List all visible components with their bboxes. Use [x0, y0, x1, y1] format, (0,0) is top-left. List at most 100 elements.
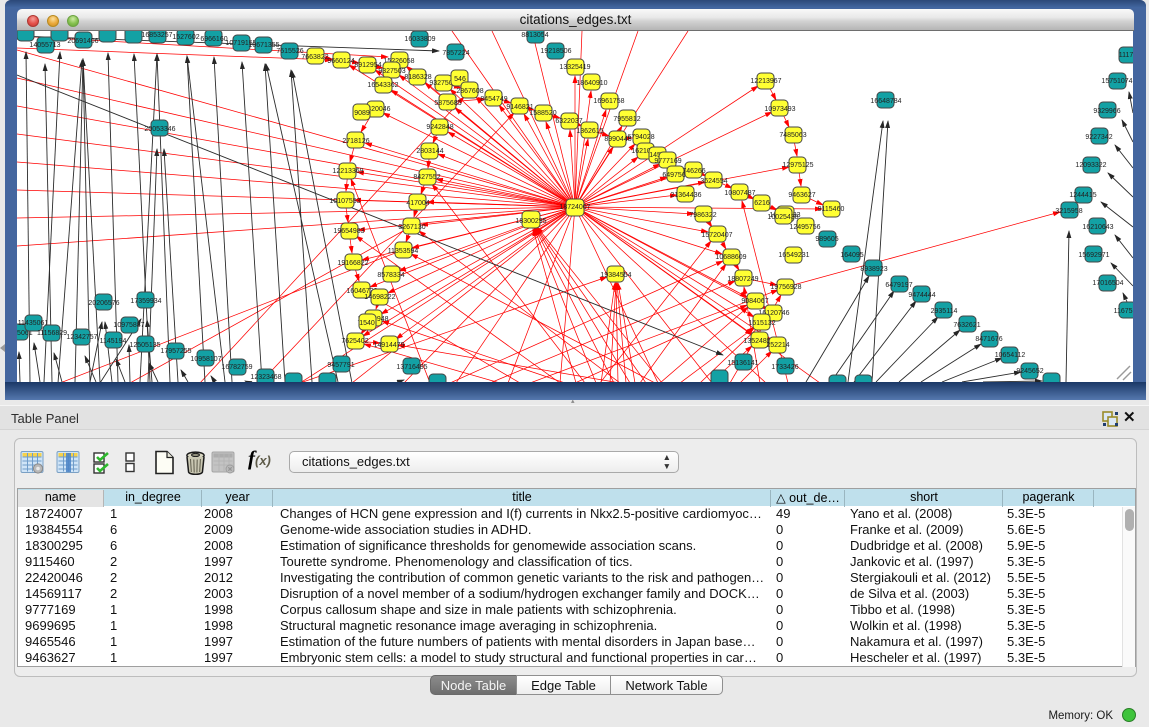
- svg-text:9463627: 9463627: [788, 192, 815, 199]
- svg-text:18724007: 18724007: [559, 204, 590, 211]
- svg-text:12213967: 12213967: [750, 78, 781, 85]
- svg-text:5875685: 5875685: [434, 100, 461, 107]
- svg-text:1588520: 1588520: [529, 110, 556, 117]
- svg-text:7632621: 7632621: [953, 322, 980, 329]
- svg-text:9660124: 9660124: [327, 58, 354, 65]
- svg-text:8454749: 8454749: [480, 96, 507, 103]
- svg-text:1145194: 1145194: [100, 338, 127, 345]
- svg-text:19218506: 19218506: [540, 48, 571, 55]
- svg-text:1527602: 1527602: [172, 34, 199, 41]
- svg-text:19384554: 19384554: [600, 272, 631, 279]
- svg-text:12495756: 12495756: [789, 224, 820, 231]
- svg-text:19166822: 19166822: [337, 260, 368, 267]
- svg-text:16549231: 16549231: [778, 252, 809, 259]
- svg-text:10973493: 10973493: [764, 106, 795, 113]
- svg-text:11156829: 11156829: [37, 330, 67, 337]
- svg-text:3624554: 3624554: [700, 178, 727, 185]
- svg-text:21364436: 21364436: [670, 192, 701, 199]
- svg-text:7986322: 7986322: [689, 212, 716, 219]
- svg-text:2803144: 2803144: [416, 148, 443, 155]
- svg-text:10975887: 10975887: [113, 322, 144, 329]
- svg-text:6322037: 6322037: [555, 118, 582, 125]
- svg-text:746266: 746266: [682, 168, 705, 175]
- svg-text:20206576: 20206576: [88, 300, 119, 307]
- svg-text:9474444: 9474444: [908, 292, 935, 299]
- svg-text:2935114: 2935114: [931, 308, 958, 315]
- svg-text:12505135: 12505135: [129, 342, 160, 349]
- svg-text:16033809: 16033809: [404, 36, 435, 43]
- svg-text:1244415: 1244415: [1069, 192, 1096, 199]
- svg-text:8813054: 8813054: [521, 32, 548, 39]
- svg-text:1540: 1540: [359, 320, 375, 327]
- svg-text:14698222: 14698222: [364, 294, 395, 301]
- svg-text:1167534: 1167534: [1114, 308, 1133, 315]
- svg-text:2867608: 2867608: [456, 88, 483, 95]
- svg-text:16210643: 16210643: [1082, 224, 1113, 231]
- svg-text:15751074: 15751074: [1101, 78, 1132, 85]
- svg-text:7485063: 7485063: [779, 132, 806, 139]
- svg-text:10688609: 10688609: [715, 254, 746, 261]
- svg-text:6794028: 6794028: [627, 134, 654, 141]
- svg-text:9227342: 9227342: [1085, 134, 1112, 141]
- svg-text:16961758: 16961758: [593, 98, 624, 105]
- svg-text:15136141: 15136141: [727, 360, 758, 367]
- svg-text:989605: 989605: [815, 236, 838, 243]
- svg-text:9457791: 9457791: [327, 362, 354, 369]
- svg-text:9115460: 9115460: [818, 206, 845, 213]
- svg-text:8578334: 8578334: [377, 272, 404, 279]
- svg-text:20053346: 20053346: [144, 126, 175, 133]
- svg-text:7625402: 7625402: [341, 338, 368, 345]
- svg-text:6479197: 6479197: [885, 282, 912, 289]
- svg-text:7955812: 7955812: [613, 116, 640, 123]
- svg-text:20691406: 20691406: [67, 38, 98, 45]
- svg-text:10025438: 10025438: [767, 214, 798, 221]
- svg-text:1615132: 1615132: [748, 320, 775, 327]
- svg-text:19756928: 19756928: [770, 284, 801, 291]
- svg-text:16782759: 16782759: [221, 364, 252, 371]
- svg-text:16543362: 16543362: [367, 82, 398, 89]
- svg-text:7515526: 7515526: [276, 48, 303, 55]
- svg-text:18640910: 18640910: [576, 80, 607, 87]
- svg-text:10654112: 10654112: [995, 352, 1026, 359]
- svg-text:9242848: 9242848: [426, 124, 453, 131]
- svg-text:12323468: 12323468: [250, 374, 281, 381]
- svg-text:7663822: 7663822: [301, 54, 328, 61]
- svg-text:19654983: 19654983: [333, 228, 364, 235]
- svg-text:12213369: 12213369: [332, 168, 363, 175]
- svg-text:13716485: 13716485: [396, 364, 427, 371]
- svg-text:8471676: 8471676: [975, 336, 1002, 343]
- svg-text:1362615: 1362615: [576, 128, 603, 135]
- svg-text:417004: 417004: [406, 200, 429, 207]
- svg-text:14055713: 14055713: [29, 42, 60, 49]
- svg-text:17016504: 17016504: [1092, 280, 1123, 287]
- svg-text:9329966: 9329966: [1093, 108, 1120, 115]
- svg-text:17957255: 17957255: [160, 348, 191, 355]
- svg-text:15720407: 15720407: [701, 232, 732, 239]
- svg-text:3215958: 3215958: [1055, 208, 1082, 215]
- svg-text:8938923: 8938923: [860, 266, 887, 273]
- svg-text:9245652: 9245652: [1016, 368, 1043, 375]
- svg-text:18300295: 18300295: [515, 218, 546, 225]
- svg-text:1733426: 1733426: [771, 364, 798, 371]
- svg-text:8427552: 8427552: [413, 174, 440, 181]
- svg-text:11353594: 11353594: [388, 248, 419, 255]
- svg-text:15692971: 15692971: [1078, 252, 1109, 259]
- svg-text:17359934: 17359934: [130, 298, 161, 305]
- svg-text:18807249: 18807249: [727, 276, 758, 283]
- svg-text:9084067: 9084067: [741, 298, 768, 305]
- svg-text:11173: 11173: [1119, 52, 1133, 59]
- svg-text:10107553: 10107553: [329, 198, 360, 205]
- svg-text:6216: 6216: [754, 200, 770, 207]
- svg-text:16853257: 16853257: [141, 32, 172, 39]
- svg-text:9327503: 9327503: [378, 68, 405, 75]
- svg-text:14914479: 14914479: [373, 342, 404, 349]
- svg-text:7857224: 7857224: [442, 50, 469, 57]
- svg-text:16648784: 16648784: [870, 98, 901, 105]
- svg-text:9777169: 9777169: [654, 158, 681, 165]
- svg-text:13325419: 13325419: [559, 64, 590, 71]
- svg-text:164095: 164095: [840, 252, 863, 259]
- svg-text:3267130: 3267130: [398, 224, 425, 231]
- svg-text:12975125: 12975125: [782, 162, 813, 169]
- svg-text:9089: 9089: [354, 110, 370, 117]
- svg-text:252214: 252214: [766, 342, 789, 349]
